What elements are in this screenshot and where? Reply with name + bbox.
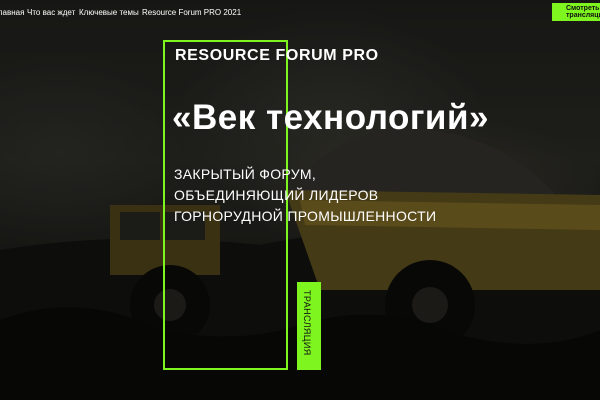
brand-title: RESOURCE FORUM PRO [175,47,379,64]
watch-broadcast-button[interactable]: Смотреть трансляцию [552,3,600,21]
top-navigation: Главная Что вас ждет Ключевые темы Resou… [0,0,600,26]
hero-subtitle: ЗАКРЫТЫЙ ФОРУМ, ОБЪЕДИНЯЮЩИЙ ЛИДЕРОВ ГОР… [174,164,436,227]
nav-link-resource-forum-pro[interactable]: Resource Forum PRO 2021 [142,8,241,17]
nav-link-what-to-expect[interactable]: Что вас ждет [27,8,75,17]
subtitle-line: ЗАКРЫТЫЙ ФОРУМ, [174,166,317,182]
subtitle-line: ОБЪЕДИНЯЮЩИЙ ЛИДЕРОВ [174,187,379,203]
broadcast-button-label: ТРАНСЛЯЦИЯ [302,290,312,356]
nav-link-key-topics[interactable]: Ключевые темы [79,8,139,17]
subtitle-line: ГОРНОРУДНОЙ ПРОМЫШЛЕННОСТИ [174,208,437,224]
hero-headline: «Век технологий» [172,98,489,137]
broadcast-button[interactable]: ТРАНСЛЯЦИЯ [297,282,321,370]
nav-link-home[interactable]: Главная [0,8,24,17]
